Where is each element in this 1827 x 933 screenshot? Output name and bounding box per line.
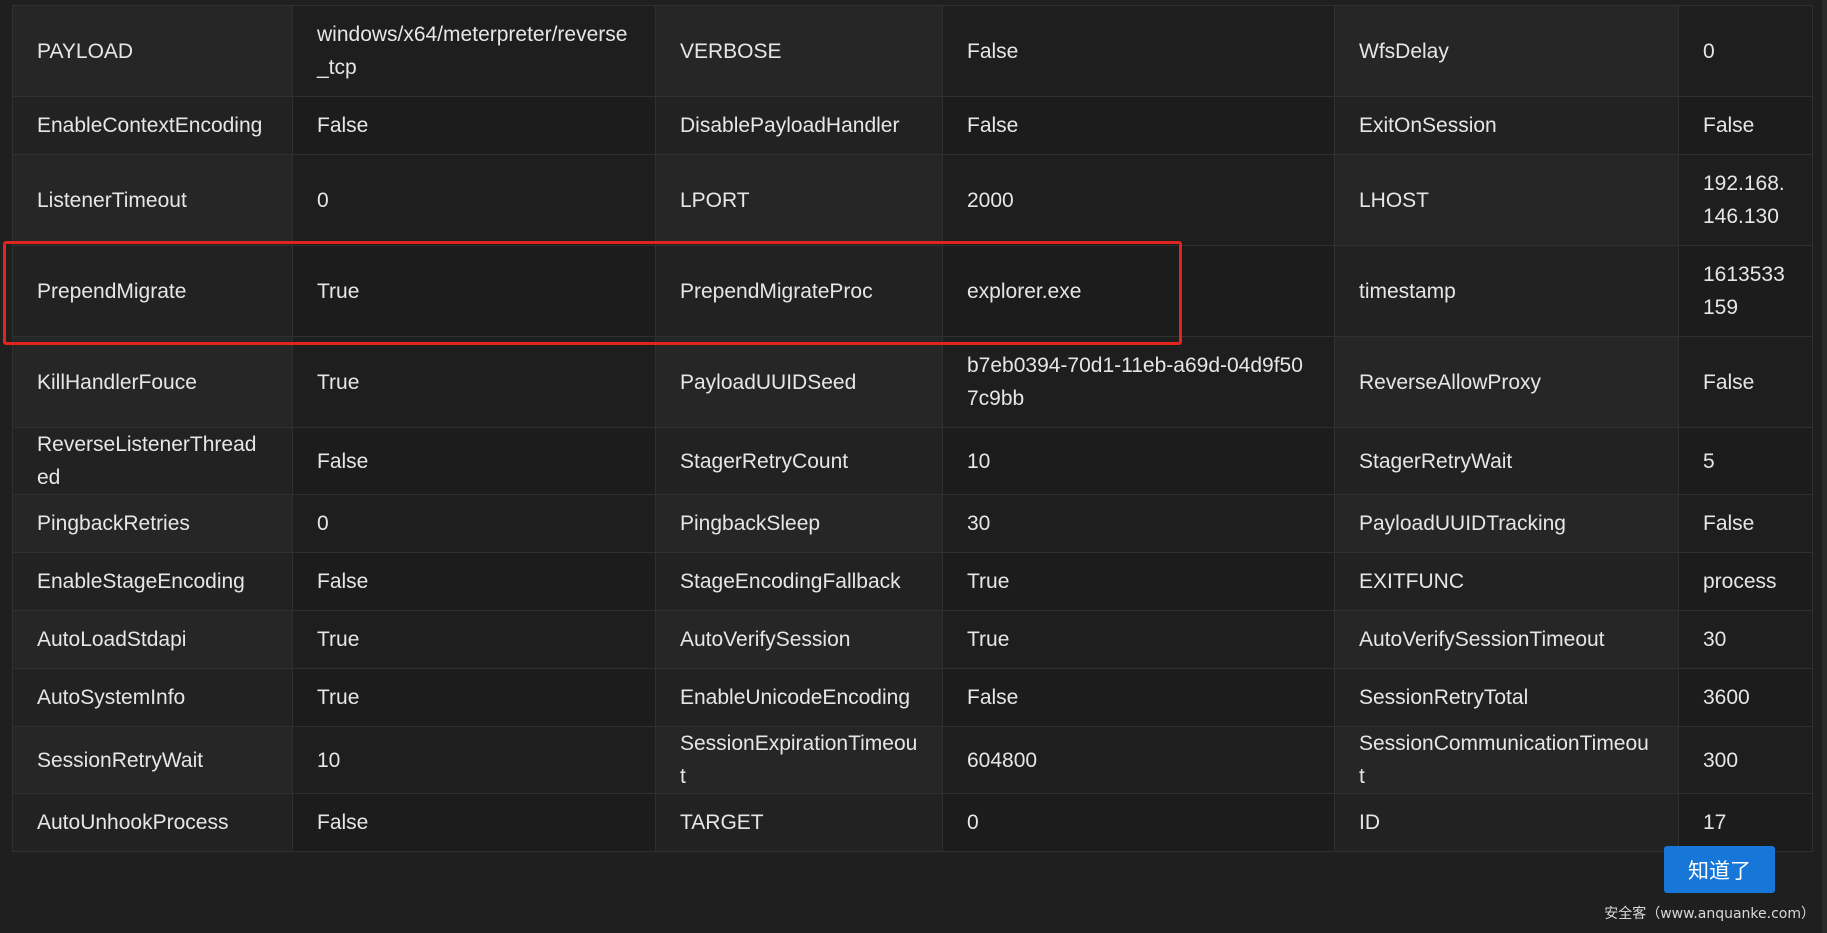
param-value: 10 <box>292 726 656 794</box>
param-value: 30 <box>942 494 1335 553</box>
param-name: EnableContextEncoding <box>12 96 293 155</box>
param-value: 30 <box>1678 610 1813 669</box>
param-name: ID <box>1334 793 1679 852</box>
param-name: PrependMigrateProc <box>655 245 943 337</box>
param-value: 0 <box>292 494 656 553</box>
param-name: AutoSystemInfo <box>12 668 293 727</box>
param-name: PingbackSleep <box>655 494 943 553</box>
param-value: False <box>292 427 656 495</box>
param-name: EnableUnicodeEncoding <box>655 668 943 727</box>
param-value: False <box>942 96 1335 155</box>
table-row: AutoLoadStdapi True AutoVerifySession True A… <box>12 610 1813 669</box>
param-value: 0 <box>1678 5 1813 97</box>
param-value: False <box>1678 96 1813 155</box>
table-row: KillHandlerFouce True PayloadUUIDSeed b7eb0… <box>12 336 1813 428</box>
param-value: b7eb0394-70d1-11eb-a69d-04d9f507c9bb <box>942 336 1335 428</box>
param-name: AutoUnhookProcess <box>12 793 293 852</box>
table-row: AutoUnhookProcess False TARGET 0 ID 17 <box>12 793 1813 852</box>
param-value: 0 <box>292 154 656 246</box>
param-value: 0 <box>942 793 1335 852</box>
ok-button[interactable]: 知道了 <box>1664 846 1775 893</box>
watermark: 安全客（www.anquanke.com） <box>1604 906 1815 922</box>
param-name: StagerRetryCount <box>655 427 943 495</box>
param-value: True <box>292 668 656 727</box>
param-value: 17 <box>1678 793 1813 852</box>
param-name: PingbackRetries <box>12 494 293 553</box>
param-value: False <box>292 552 656 611</box>
param-name: PayloadUUIDTracking <box>1334 494 1679 553</box>
param-value: True <box>292 245 656 337</box>
param-value: True <box>292 336 656 428</box>
param-value: 10 <box>942 427 1335 495</box>
param-value: False <box>292 96 656 155</box>
param-name: AutoVerifySession <box>655 610 943 669</box>
param-name: StagerRetryWait <box>1334 427 1679 495</box>
param-name: AutoVerifySessionTimeout <box>1334 610 1679 669</box>
table-row: AutoSystemInfo True EnableUnicodeEncoding F… <box>12 668 1813 727</box>
param-name: ReverseAllowProxy <box>1334 336 1679 428</box>
param-name: LHOST <box>1334 154 1679 246</box>
param-value: 1613533159 <box>1678 245 1813 337</box>
param-value: True <box>942 610 1335 669</box>
param-value: 300 <box>1678 726 1813 794</box>
param-name: timestamp <box>1334 245 1679 337</box>
param-name: PAYLOAD <box>12 5 293 97</box>
param-name: PrependMigrate <box>12 245 293 337</box>
param-name: StageEncodingFallback <box>655 552 943 611</box>
table-row: PrependMigrate True PrependMigrateProc expl… <box>12 245 1813 337</box>
param-name: SessionRetryTotal <box>1334 668 1679 727</box>
param-name: ReverseListenerThreaded <box>12 427 293 495</box>
param-name: TARGET <box>655 793 943 852</box>
param-value: True <box>942 552 1335 611</box>
param-name: SessionCommunicationTimeout <box>1334 726 1679 794</box>
param-name: WfsDelay <box>1334 5 1679 97</box>
param-name: SessionExpirationTimeout <box>655 726 943 794</box>
scrollbar[interactable] <box>1822 0 1827 933</box>
param-name: DisablePayloadHandler <box>655 96 943 155</box>
param-name: AutoLoadStdapi <box>12 610 293 669</box>
table-row: EnableStageEncoding False StageEncodingFal… <box>12 552 1813 611</box>
param-value: process <box>1678 552 1813 611</box>
table-row: SessionRetryWait 10 SessionExpirationTimeo… <box>12 726 1813 794</box>
param-value: 604800 <box>942 726 1335 794</box>
param-value: False <box>942 668 1335 727</box>
table-row: PingbackRetries 0 PingbackSleep 30 PayloadUU… <box>12 494 1813 553</box>
param-name: EXITFUNC <box>1334 552 1679 611</box>
param-value: False <box>292 793 656 852</box>
payload-params-dialog: PAYLOAD windows/x64/meterpreter/reverse_t… <box>0 0 1827 933</box>
param-name: PayloadUUIDSeed <box>655 336 943 428</box>
param-value: True <box>292 610 656 669</box>
param-name: VERBOSE <box>655 5 943 97</box>
param-value: False <box>942 5 1335 97</box>
payload-params-table: PAYLOAD windows/x64/meterpreter/reverse_t… <box>12 5 1813 852</box>
table-row: ListenerTimeout 0 LPORT 2000 LHOST 192.168.14… <box>12 154 1813 246</box>
param-name: ListenerTimeout <box>12 154 293 246</box>
table-row: PAYLOAD windows/x64/meterpreter/reverse_t… <box>12 5 1813 97</box>
param-value: explorer.exe <box>942 245 1335 337</box>
param-value: 5 <box>1678 427 1813 495</box>
param-value: 3600 <box>1678 668 1813 727</box>
table-row: EnableContextEncoding False DisablePayload… <box>12 96 1813 155</box>
param-value: False <box>1678 336 1813 428</box>
param-name: ExitOnSession <box>1334 96 1679 155</box>
param-name: SessionRetryWait <box>12 726 293 794</box>
param-value: windows/x64/meterpreter/reverse_tcp <box>292 5 656 97</box>
param-name: LPORT <box>655 154 943 246</box>
param-value: 192.168.146.130 <box>1678 154 1813 246</box>
param-value: False <box>1678 494 1813 553</box>
table-row: ReverseListenerThreaded False StagerRetryC… <box>12 427 1813 495</box>
param-name: EnableStageEncoding <box>12 552 293 611</box>
param-name: KillHandlerFouce <box>12 336 293 428</box>
param-value: 2000 <box>942 154 1335 246</box>
